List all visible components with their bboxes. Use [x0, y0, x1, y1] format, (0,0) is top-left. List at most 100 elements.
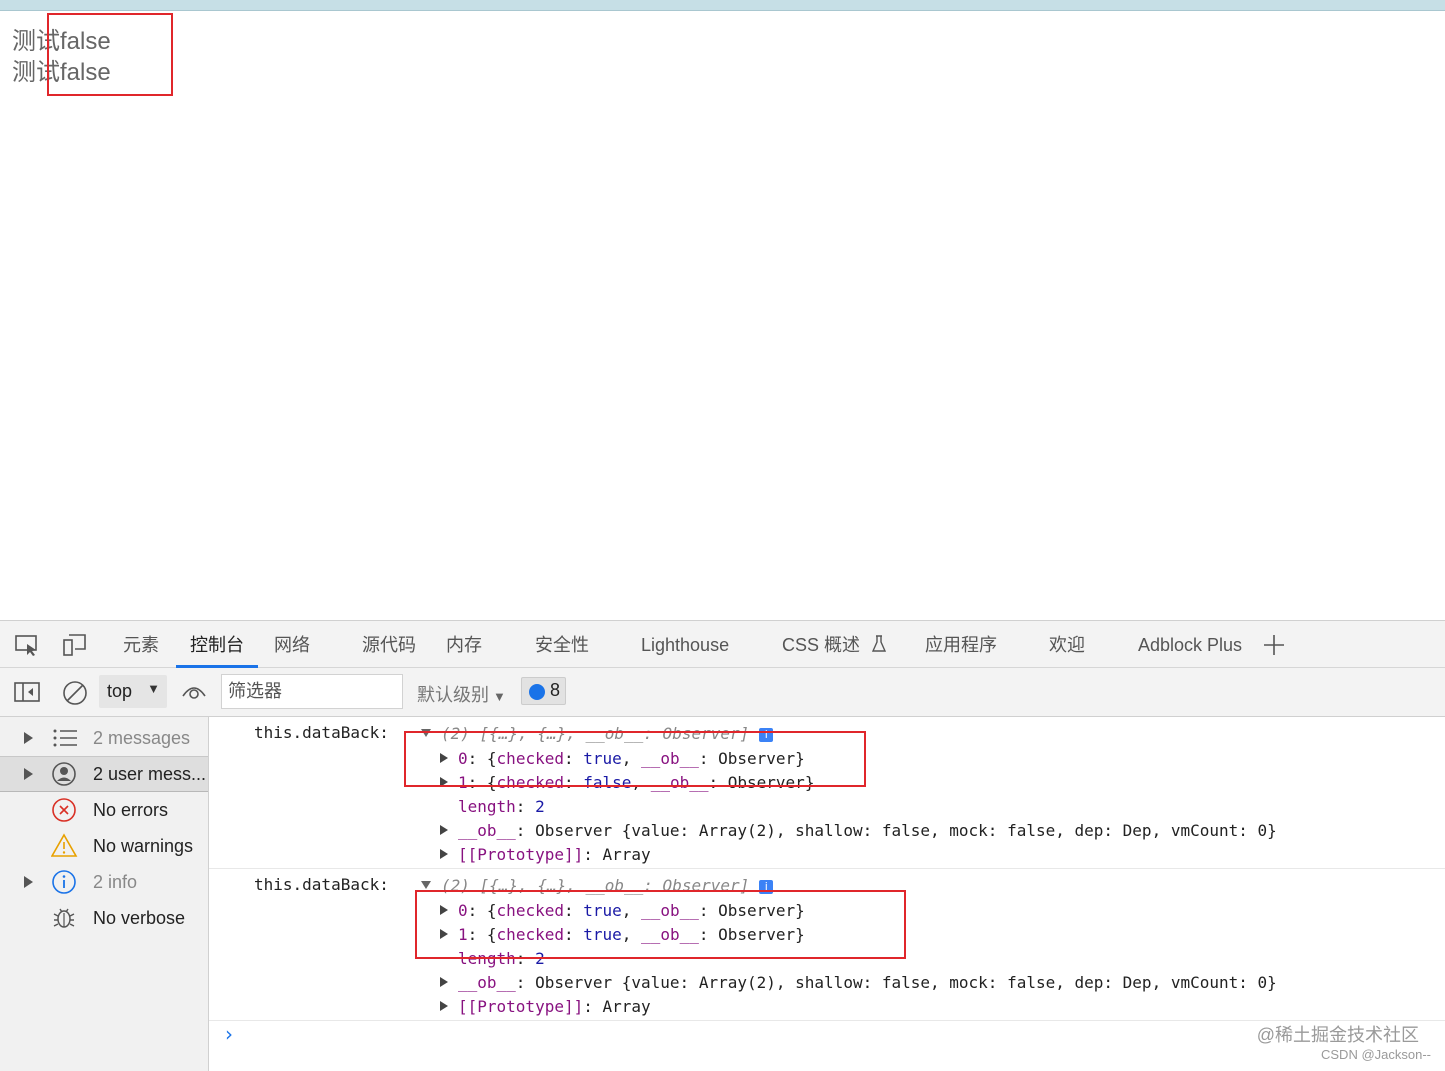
checked-value: true [583, 749, 622, 768]
sidebar-item-messages[interactable]: 2 messages [0, 720, 208, 756]
sidebar-item-info[interactable]: 2 info [0, 864, 208, 900]
sidebar-item-verbose[interactable]: No verbose [0, 900, 208, 936]
array-summary-text: (2) [{…}, {…}, __ob__: Observer] [441, 876, 750, 895]
expand-arrow-icon[interactable] [440, 977, 448, 987]
filter-input[interactable]: 筛选器 [221, 674, 403, 709]
sidebar-item-errors[interactable]: No errors [0, 792, 208, 828]
prototype-value: Array [602, 845, 651, 864]
array-summary[interactable]: (2) [{…}, {…}, __ob__: Observer] i [421, 874, 774, 898]
expand-arrow-icon[interactable] [440, 929, 448, 939]
tab-welcome[interactable]: 欢迎 [1049, 621, 1085, 668]
item-key: 1 [458, 773, 468, 792]
expand-arrow-icon[interactable] [440, 905, 448, 915]
tab-css-overview[interactable]: CSS 概述 [782, 621, 887, 668]
sidebar-item-user-messages[interactable]: 2 user mess... [0, 756, 208, 792]
sidebar-item-label: 2 messages [93, 728, 191, 748]
context-selector-value: top [107, 681, 133, 701]
item-key: 0 [458, 749, 468, 768]
issues-counter[interactable]: 8 [521, 677, 566, 705]
ob-property[interactable]: __ob__: Observer {value: Array(2), shall… [440, 971, 1277, 995]
item-key: 1 [458, 925, 468, 944]
array-summary[interactable]: (2) [{…}, {…}, __ob__: Observer] i [421, 722, 774, 746]
checked-value: true [583, 925, 622, 944]
ob-property[interactable]: __ob__: Observer {value: Array(2), shall… [440, 819, 1277, 843]
array-item-0[interactable]: 0: {checked: true, __ob__: Observer} [440, 747, 805, 771]
expand-arrow-icon[interactable] [440, 753, 448, 763]
log-levels-dropdown[interactable]: 默认级别 ▼ [417, 681, 506, 707]
ob-value: Observer [718, 925, 796, 944]
console-message: this.dataBack: (2) [{…}, {…}, __ob__: Ob… [209, 717, 1445, 869]
tab-security[interactable]: 安全性 [535, 621, 589, 668]
array-summary-text: (2) [{…}, {…}, __ob__: Observer] [441, 724, 750, 743]
console-sidebar: 2 messages 2 user mess... No errors No w… [0, 717, 209, 1071]
experiment-flask-icon [871, 635, 887, 652]
devtools-tab-bar: 元素 控制台 网络 源代码 内存 安全性 Lighthouse CSS 概述 应… [0, 620, 1445, 668]
live-expression-eye-icon[interactable] [181, 684, 207, 700]
item-key: 0 [458, 901, 468, 920]
page-text-line-1: 测试false [12, 28, 111, 55]
tab-lighthouse[interactable]: Lighthouse [641, 621, 729, 668]
bug-icon [53, 908, 75, 928]
browser-top-strip [0, 0, 1445, 11]
issues-count: 8 [550, 680, 561, 700]
tab-adblock-plus[interactable]: Adblock Plus [1138, 621, 1242, 668]
info-badge-icon[interactable]: i [759, 728, 774, 742]
console-output: this.dataBack: (2) [{…}, {…}, __ob__: Ob… [209, 717, 1445, 1071]
expand-arrow-icon[interactable] [24, 768, 33, 780]
expand-arrow-icon[interactable] [24, 732, 33, 744]
issues-chat-icon [529, 684, 545, 700]
add-tab-plus-icon[interactable] [1263, 634, 1285, 656]
tab-network[interactable]: 网络 [274, 621, 310, 668]
sidebar-item-label: 2 info [93, 872, 138, 892]
tab-elements[interactable]: 元素 [123, 621, 159, 668]
expand-arrow-icon[interactable] [24, 876, 33, 888]
expand-arrow-icon[interactable] [440, 777, 448, 787]
ob-value: Observer [718, 749, 796, 768]
console-prompt-chevron-icon[interactable]: › [225, 1022, 233, 1046]
console-message: this.dataBack: (2) [{…}, {…}, __ob__: Ob… [209, 869, 1445, 1021]
ob-value: Observer [718, 901, 796, 920]
tab-memory[interactable]: 内存 [446, 621, 482, 668]
prototype-value: Array [602, 997, 651, 1016]
prototype-property[interactable]: [[Prototype]]: Array [440, 843, 651, 867]
observer-line: Observer {value: Array(2), shallow: fals… [535, 821, 1277, 840]
tab-console[interactable]: 控制台 [176, 621, 258, 668]
tab-sources[interactable]: 源代码 [362, 621, 416, 668]
expand-arrow-icon[interactable] [440, 825, 448, 835]
sidebar-item-label: No errors [93, 800, 169, 820]
page-content: 测试false 测试false [0, 11, 1445, 620]
watermark-juejin: @稀土掘金技术社区 [1256, 1025, 1419, 1045]
expand-arrow-icon[interactable] [440, 1001, 448, 1011]
context-selector[interactable]: top ▼ [99, 675, 167, 708]
length-value: 2 [535, 797, 545, 816]
device-toolbar-icon[interactable] [61, 633, 87, 657]
array-item-1[interactable]: 1: {checked: true, __ob__: Observer} [440, 923, 805, 947]
inspect-element-icon[interactable] [14, 633, 40, 657]
info-icon [52, 870, 76, 894]
length-value: 2 [535, 949, 545, 968]
chevron-down-icon: ▼ [147, 681, 160, 696]
tab-application[interactable]: 应用程序 [925, 621, 997, 668]
checked-value: false [583, 773, 632, 792]
log-levels-label: 默认级别 [417, 685, 489, 705]
sidebar-item-label: No warnings [93, 836, 194, 856]
sidebar-toggle-icon[interactable] [14, 682, 40, 702]
expand-arrow-icon[interactable] [440, 849, 448, 859]
sidebar-item-warnings[interactable]: No warnings [0, 828, 208, 864]
sidebar-item-label: No verbose [93, 908, 186, 928]
prototype-property[interactable]: [[Prototype]]: Array [440, 995, 651, 1019]
clear-console-icon[interactable] [62, 680, 88, 706]
array-item-0[interactable]: 0: {checked: true, __ob__: Observer} [440, 899, 805, 923]
console-toolbar: top ▼ 筛选器 默认级别 ▼ 8 [0, 668, 1445, 717]
message-label: this.dataBack: [254, 723, 389, 742]
collapse-arrow-icon[interactable] [421, 729, 431, 737]
user-icon [52, 762, 76, 786]
message-label: this.dataBack: [254, 875, 389, 894]
collapse-arrow-icon[interactable] [421, 881, 431, 889]
array-length: length: 2 [458, 949, 545, 968]
observer-line: Observer {value: Array(2), shallow: fals… [535, 973, 1277, 992]
warning-icon [51, 833, 78, 857]
array-item-1[interactable]: 1: {checked: false, __ob__: Observer} [440, 771, 814, 795]
page-text-line-2: 测试false [12, 59, 111, 86]
info-badge-icon[interactable]: i [759, 880, 774, 894]
